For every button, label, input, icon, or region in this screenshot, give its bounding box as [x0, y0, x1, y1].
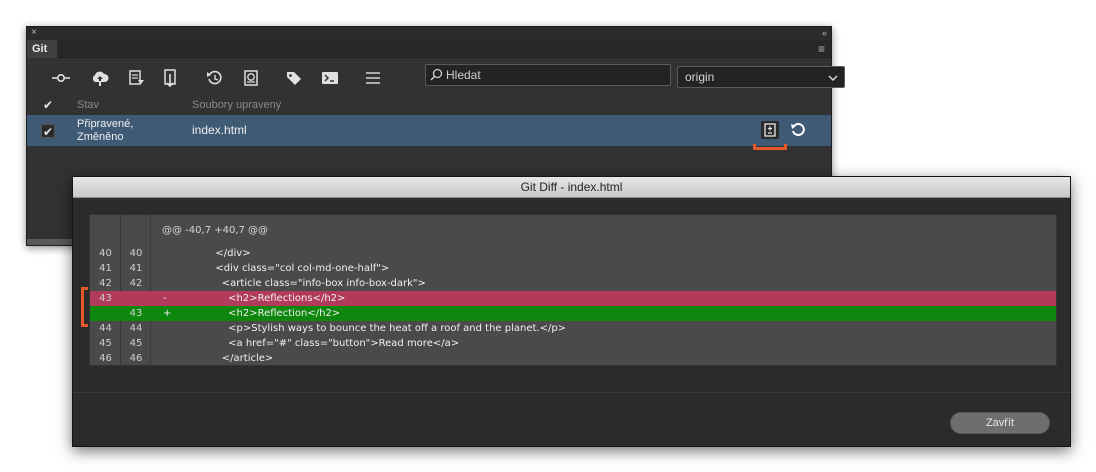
line-number-new: 41 [129, 263, 143, 274]
line-number-old: 42 [99, 278, 112, 289]
code-text: <h2>Reflection</h2> [190, 308, 341, 319]
git-diff-dialog: Git Diff - index.html @@ -40,7 +40,7 @@ … [72, 176, 1071, 447]
diff-line: 46 46 </article> [90, 351, 1056, 365]
line-number-new: 45 [129, 338, 143, 349]
file-list-header: ✔ Stav Soubory upraveny [27, 95, 831, 115]
diff-line: 41 41 <div class="col col-md-one-half"> [90, 261, 1056, 276]
line-number-new: 40 [129, 248, 143, 259]
diff-line-added: 43 + <h2>Reflection</h2> [90, 306, 1056, 321]
commit-icon[interactable] [49, 67, 73, 89]
highlight-marker [753, 144, 787, 150]
dialog-title: Git Diff - index.html [73, 177, 1070, 198]
code-text: <h2>Reflections</h2> [190, 293, 346, 304]
highlight-marker [81, 287, 88, 327]
search-box [425, 64, 671, 86]
line-number-new: 44 [129, 323, 143, 334]
fetch-icon[interactable] [159, 67, 183, 89]
line-number-new: 46 [129, 353, 143, 364]
code-text: <div class="col col-md-one-half"> [190, 263, 390, 274]
close-icon[interactable]: × [31, 27, 37, 39]
push-icon[interactable] [88, 67, 112, 89]
line-number-old: 44 [99, 323, 112, 334]
more-options-icon[interactable] [361, 67, 385, 89]
search-icon [430, 68, 443, 86]
tab-git[interactable]: Git [27, 40, 57, 58]
line-number-new: 43 [129, 308, 143, 319]
diff-icon[interactable] [761, 121, 779, 139]
panel-titlebar: × ‹‹ [27, 27, 831, 40]
line-number-old: 45 [99, 338, 112, 349]
file-row[interactable]: ✔ Připravené, Změněno index.html [27, 115, 831, 146]
close-button[interactable]: Zavřít [950, 412, 1050, 434]
line-number-old: 46 [99, 353, 112, 364]
diff-line: 44 44 <p>Stylish ways to bounce the heat… [90, 321, 1056, 336]
pull-icon[interactable] [124, 67, 148, 89]
file-name: index.html [192, 123, 247, 137]
code-text: <article class="info-box info-box-dark"> [190, 278, 426, 289]
column-state: Stav [77, 99, 100, 111]
diff-line: 45 45 <a href="#" class="button">Read mo… [90, 336, 1056, 351]
line-number-old: 40 [99, 248, 112, 259]
terminal-icon[interactable] [318, 67, 342, 89]
revert-icon[interactable] [789, 121, 807, 139]
collapse-icon[interactable]: ‹‹ [822, 27, 827, 39]
file-row-checkbox[interactable]: ✔ [41, 124, 55, 139]
remote-select-value: origin [685, 70, 715, 84]
history-icon[interactable] [203, 67, 227, 89]
dialog-divider [73, 392, 1070, 393]
line-number-new: 42 [129, 278, 143, 289]
panel-menu-icon[interactable]: ≡ [818, 42, 825, 56]
diff-line: 42 42 <article class="info-box info-box-… [90, 276, 1056, 291]
code-text: <a href="#" class="button">Read more</a> [190, 338, 460, 349]
diff-view: @@ -40,7 +40,7 @@ 40 40 </div> 41 41 <di… [89, 214, 1057, 366]
select-all-checkbox[interactable]: ✔ [41, 98, 55, 112]
search-input[interactable] [446, 67, 666, 83]
diff-line-removed: 43 - <h2>Reflections</h2> [90, 291, 1056, 306]
code-text: </article> [190, 353, 274, 364]
chevron-down-icon [827, 70, 839, 90]
line-number-old: 41 [99, 263, 112, 274]
column-files: Soubory upraveny [192, 99, 282, 111]
code-text: <p>Stylish ways to bounce the heat off a… [190, 323, 567, 334]
file-history-icon[interactable] [239, 67, 263, 89]
hunk-header: @@ -40,7 +40,7 @@ [162, 225, 269, 236]
remote-select[interactable]: origin [677, 66, 845, 88]
line-number-old: 43 [99, 293, 112, 304]
file-state: Připravené, Změněno [77, 118, 134, 143]
tag-icon[interactable] [282, 67, 306, 89]
diff-marker: + [163, 308, 172, 319]
code-text: </div> [190, 248, 251, 259]
panel-tabbar: Git ≡ [27, 40, 831, 58]
diff-marker: - [163, 293, 167, 304]
diff-line: 40 40 </div> [90, 246, 1056, 261]
